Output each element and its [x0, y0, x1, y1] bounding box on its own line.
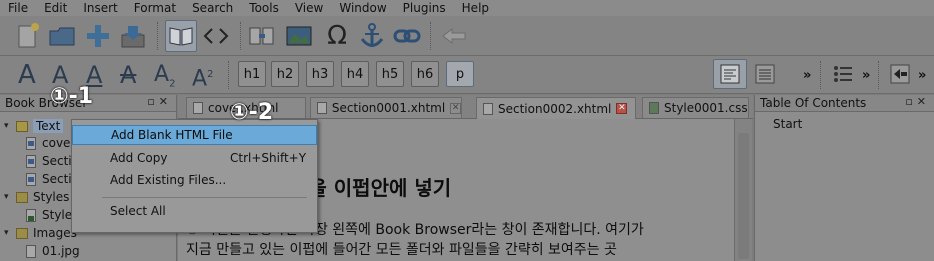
menu-help[interactable]: Help — [454, 0, 497, 16]
menu-item-add-blank-html-file[interactable]: Add Blank HTML File — [72, 125, 317, 145]
expand-arrow-icon[interactable]: ▾ — [4, 192, 14, 202]
menu-item-add-existing-files[interactable]: Add Existing Files... — [72, 170, 317, 190]
editor-scrollbar[interactable] — [734, 119, 752, 261]
close-tab-icon[interactable]: ✕ — [616, 103, 628, 114]
expand-arrow-icon[interactable]: ▾ — [4, 228, 14, 238]
css-file-icon — [26, 208, 36, 222]
font-superscript-icon[interactable]: A2 — [192, 58, 213, 96]
image-file-icon — [26, 244, 36, 258]
menu-bar: File Edit Insert Format Search Tools Vie… — [0, 0, 934, 16]
menu-search[interactable]: Search — [184, 0, 241, 16]
xhtml-file-icon — [317, 102, 327, 114]
xhtml-file-icon — [26, 136, 36, 150]
tree-folder-text[interactable]: ▾ Text — [4, 117, 64, 135]
context-menu: Add Blank HTML File Add Copy Ctrl+Shift+… — [71, 119, 318, 233]
open-folder-icon[interactable] — [48, 21, 78, 51]
align-justify-icon[interactable] — [750, 59, 780, 89]
align-left-icon[interactable] — [713, 59, 747, 89]
menu-view[interactable]: View — [287, 0, 331, 16]
split-file-icon[interactable] — [247, 21, 277, 51]
menu-file[interactable]: File — [0, 0, 36, 16]
more-list-chevron-icon[interactable]: » — [862, 68, 870, 83]
panel-float-close-icon[interactable]: ▫✕ — [905, 95, 930, 108]
font-large-icon[interactable]: A — [18, 58, 36, 92]
panel-float-close-icon[interactable]: ▫✕ — [147, 95, 172, 108]
book-view-icon[interactable] — [165, 20, 197, 52]
format-toolbar: A A A A A2 A2 h1 h2 h3 h4 h5 h6 p » » » — [0, 56, 934, 94]
menu-format[interactable]: Format — [126, 0, 184, 16]
menu-edit[interactable]: Edit — [36, 0, 75, 16]
heading-h3-button[interactable]: h3 — [306, 61, 334, 87]
tree-file-01jpg[interactable]: 01.jpg — [26, 242, 80, 260]
heading-h5-button[interactable]: h5 — [376, 61, 404, 87]
folder-icon — [16, 191, 28, 203]
editor-paragraph-line-2: 지금 만들고 있는 이펍에 들어간 모든 폴더와 파일들을 간략히 보여주는 곳 — [186, 242, 617, 258]
folder-icon — [16, 120, 28, 132]
scrollbar-thumb[interactable] — [738, 133, 749, 259]
back-arrow-icon[interactable] — [440, 21, 468, 51]
menu-item-add-copy[interactable]: Add Copy Ctrl+Shift+Y — [72, 148, 317, 168]
save-icon[interactable] — [118, 21, 148, 51]
toc-item-start[interactable]: Start — [773, 117, 802, 131]
xhtml-file-icon — [26, 154, 36, 168]
menu-separator — [102, 197, 307, 198]
xhtml-file-icon — [193, 102, 203, 114]
xhtml-file-icon — [26, 172, 36, 186]
link-icon[interactable] — [392, 21, 422, 51]
tab-section0002[interactable]: Section0002.xhtml ✕ — [476, 97, 636, 119]
folder-icon — [16, 227, 28, 239]
menu-window[interactable]: Window — [331, 0, 394, 16]
heading-h6-button[interactable]: h6 — [411, 61, 439, 87]
add-plus-icon[interactable] — [84, 21, 112, 51]
code-view-icon[interactable] — [200, 20, 232, 52]
annotation-step-1-2: ①-2 — [230, 100, 274, 125]
heading-h1-button[interactable]: h1 — [238, 61, 266, 87]
tab-style0001[interactable]: Style0001.css — [642, 97, 749, 118]
heading-h4-button[interactable]: h4 — [341, 61, 369, 87]
outdent-icon[interactable] — [886, 59, 914, 89]
tree-folder-images[interactable]: ▾ Images — [4, 224, 77, 242]
list-icon[interactable] — [828, 59, 858, 89]
tree-folder-styles[interactable]: ▾ Styles — [4, 188, 69, 206]
annotation-step-1-1: ①-1 — [50, 84, 94, 109]
more-format-chevron-icon[interactable]: » — [803, 68, 811, 83]
insert-special-character-icon[interactable]: Ω — [322, 20, 352, 52]
xhtml-file-icon — [483, 102, 493, 115]
font-strikethrough-icon[interactable]: A — [120, 58, 136, 92]
menu-item-select-all[interactable]: Select All — [72, 201, 317, 221]
toc-panel: Table Of Contents ▫✕ Start — [754, 95, 934, 261]
menu-plugins[interactable]: Plugins — [395, 0, 454, 16]
anchor-icon[interactable] — [357, 21, 387, 51]
toc-title: Table Of Contents — [760, 96, 867, 110]
heading-h2-button[interactable]: h2 — [271, 61, 299, 87]
toc-title-bar: Table Of Contents ▫✕ — [755, 95, 934, 112]
expand-arrow-icon[interactable]: ▾ — [4, 121, 14, 131]
css-file-icon — [649, 102, 659, 114]
insert-image-icon[interactable] — [284, 21, 314, 51]
close-tab-icon[interactable]: ✕ — [450, 102, 461, 114]
tab-section0001[interactable]: Section0001.xhtml ✕ — [310, 97, 462, 118]
more-indent-chevron-icon[interactable]: » — [918, 68, 926, 83]
main-toolbar: Ω — [0, 16, 934, 56]
menu-insert[interactable]: Insert — [75, 0, 125, 16]
paragraph-button[interactable]: p — [446, 61, 474, 87]
menu-tools[interactable]: Tools — [241, 0, 287, 16]
new-file-icon[interactable] — [14, 21, 42, 51]
